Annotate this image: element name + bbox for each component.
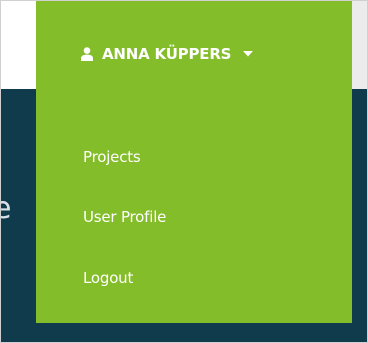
menu-item-projects[interactable]: Projects — [83, 147, 141, 167]
user-dropdown-menu: ANNA KÜPPERS Projects User Profile Logou… — [36, 1, 352, 323]
app-frame: e ANNA KÜPPERS Projects User Profile Log… — [0, 0, 368, 343]
user-menu-toggle[interactable]: ANNA KÜPPERS — [81, 43, 254, 65]
background-heading-text: e — [1, 189, 11, 229]
user-name: ANNA KÜPPERS — [102, 45, 232, 63]
header-strip — [351, 1, 367, 89]
menu-item-logout[interactable]: Logout — [83, 268, 133, 288]
background-heading-fragment: e — [1, 189, 15, 229]
caret-down-icon — [243, 51, 254, 57]
menu-item-user-profile[interactable]: User Profile — [83, 207, 166, 227]
user-icon — [81, 47, 93, 61]
